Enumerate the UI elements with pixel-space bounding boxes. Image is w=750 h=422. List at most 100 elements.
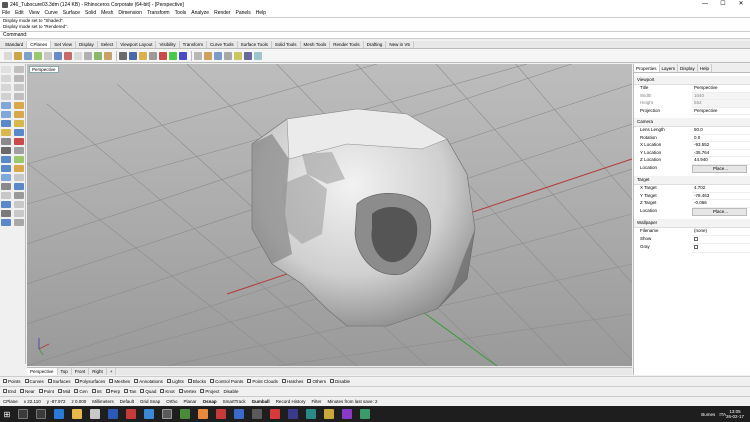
rotate-icon[interactable] — [1, 165, 11, 172]
filter-points[interactable]: Points — [3, 379, 21, 384]
filter-blocks[interactable]: Blocks — [187, 379, 206, 384]
planar-toggle[interactable]: Planar — [184, 399, 197, 404]
menu-dimension[interactable]: Dimension — [118, 10, 142, 16]
chrome-icon[interactable] — [144, 409, 154, 419]
filter-hatches[interactable]: Hatches — [281, 379, 303, 384]
tab-perspective[interactable]: Perspective — [27, 368, 58, 375]
search-icon[interactable] — [18, 409, 28, 419]
menu-view[interactable]: View — [29, 10, 40, 16]
tab-mesh-tools[interactable]: Mesh Tools — [301, 41, 331, 48]
osnap-disable[interactable]: Disable — [223, 389, 238, 394]
filter-point-clouds[interactable]: Point Clouds — [247, 379, 278, 384]
split-icon[interactable] — [14, 183, 24, 190]
explode-icon[interactable] — [14, 192, 24, 199]
mesh-icon[interactable] — [1, 138, 11, 145]
filter-toggle[interactable]: Filter — [311, 399, 321, 404]
windows-start-icon[interactable]: ⊞ — [0, 406, 14, 422]
circle-icon[interactable] — [1, 84, 11, 91]
filter-curves[interactable]: Curves — [24, 379, 44, 384]
tab-new-in-v5[interactable]: New in V5 — [386, 41, 414, 48]
file-explorer-icon[interactable] — [72, 409, 82, 419]
tab-solid-tools[interactable]: Solid Tools — [272, 41, 301, 48]
tab-visibility[interactable]: Visibility — [156, 41, 180, 48]
powerpoint-icon[interactable] — [216, 409, 226, 419]
mirror-icon[interactable] — [1, 174, 11, 181]
app-icon[interactable] — [180, 409, 190, 419]
app-icon[interactable] — [360, 409, 370, 419]
show-checkbox[interactable] — [694, 236, 698, 241]
tab-render-tools[interactable]: Render Tools — [330, 41, 364, 48]
filter-lights[interactable]: Lights — [166, 379, 184, 384]
z-target-field[interactable]: -0.066 — [692, 200, 750, 208]
menu-help[interactable]: Help — [256, 10, 266, 16]
cplane-standard-icon[interactable] — [234, 51, 242, 60]
layer-status[interactable]: Default — [120, 399, 134, 404]
cplane-curve-icon[interactable] — [94, 51, 102, 60]
word-icon[interactable] — [108, 409, 118, 419]
cplane-3point-icon[interactable] — [74, 51, 82, 60]
text-icon[interactable] — [14, 147, 24, 154]
cplane-y-icon[interactable] — [169, 51, 177, 60]
cplane-surface-icon[interactable] — [104, 51, 112, 60]
language-indicator[interactable]: ITA — [719, 412, 726, 417]
rotation-field[interactable]: 0.0 — [692, 135, 750, 142]
filter-disable[interactable]: Disable — [329, 379, 350, 384]
extrude-icon[interactable] — [14, 102, 24, 109]
tab-properties[interactable]: Properties — [634, 64, 660, 72]
app-icon[interactable] — [270, 409, 280, 419]
task-view-icon[interactable] — [36, 409, 46, 419]
acrobat-icon[interactable] — [126, 409, 136, 419]
app-icon[interactable] — [252, 409, 262, 419]
cplane-front-icon[interactable] — [14, 51, 22, 60]
store-icon[interactable] — [90, 409, 100, 419]
filter-control-points[interactable]: Control Points — [210, 379, 243, 384]
osnap-near[interactable]: Near — [20, 389, 35, 394]
menu-mesh[interactable]: Mesh — [101, 10, 113, 16]
copy-icon[interactable] — [14, 156, 24, 163]
group-icon[interactable] — [1, 201, 11, 208]
osnap-tan[interactable]: Tan — [124, 389, 136, 394]
grid-snap-toggle[interactable]: Grid Snap — [140, 399, 160, 404]
cplane-view-icon[interactable] — [84, 51, 92, 60]
curve-icon[interactable] — [14, 75, 24, 82]
named-cplanes-icon[interactable] — [119, 51, 127, 60]
filter-polysurfaces[interactable]: Polysurfaces — [74, 379, 105, 384]
menu-file[interactable]: File — [2, 10, 10, 16]
cplane-elevation-icon[interactable] — [44, 51, 52, 60]
tab-front[interactable]: Front — [72, 368, 90, 375]
menu-solid[interactable]: Solid — [85, 10, 96, 16]
polyline-icon[interactable] — [1, 75, 11, 82]
analyze-icon[interactable] — [1, 210, 11, 217]
gray-checkbox[interactable] — [694, 245, 698, 249]
cplane-status[interactable]: CPlane — [3, 399, 18, 404]
add-viewport-button[interactable]: + — [107, 368, 117, 375]
smarttrack-toggle[interactable]: SmartTrack — [223, 399, 246, 404]
fillet-icon[interactable] — [14, 129, 24, 136]
tab-curve-tools[interactable]: Curve Tools — [207, 41, 238, 48]
menu-analyze[interactable]: Analyze — [191, 10, 209, 16]
light-icon[interactable] — [14, 138, 24, 145]
osnap-end[interactable]: End — [3, 389, 16, 394]
tab-viewport-layout[interactable]: Viewport Layout — [117, 41, 157, 48]
tab-set-view[interactable]: Set View — [51, 41, 76, 48]
cplane-top-icon[interactable] — [4, 51, 12, 60]
record-history-toggle[interactable]: Record History — [276, 399, 306, 404]
filename-field[interactable]: (none) — [692, 228, 750, 236]
ortho-toggle[interactable]: Ortho — [166, 399, 177, 404]
join-icon[interactable] — [1, 192, 11, 199]
z-location-field[interactable]: 44.940 — [692, 157, 750, 165]
filter-meshes[interactable]: Meshes — [109, 379, 130, 384]
rectangle-icon[interactable] — [1, 93, 11, 100]
cplane-object-icon[interactable] — [54, 51, 62, 60]
surface-icon[interactable] — [1, 102, 11, 109]
osnap-knot[interactable]: Knot — [160, 389, 175, 394]
tab-top[interactable]: Top — [58, 368, 72, 375]
boolean-icon[interactable] — [1, 129, 11, 136]
cplane-to-object-icon[interactable] — [204, 51, 212, 60]
osnap-perp[interactable]: Perp — [105, 389, 120, 394]
cplane-rotate-icon[interactable] — [64, 51, 72, 60]
osnap-int[interactable]: Int — [91, 389, 102, 394]
menu-tools[interactable]: Tools — [175, 10, 187, 16]
cplane-origin-icon[interactable] — [34, 51, 42, 60]
tab-panel-display[interactable]: Display — [678, 64, 698, 72]
